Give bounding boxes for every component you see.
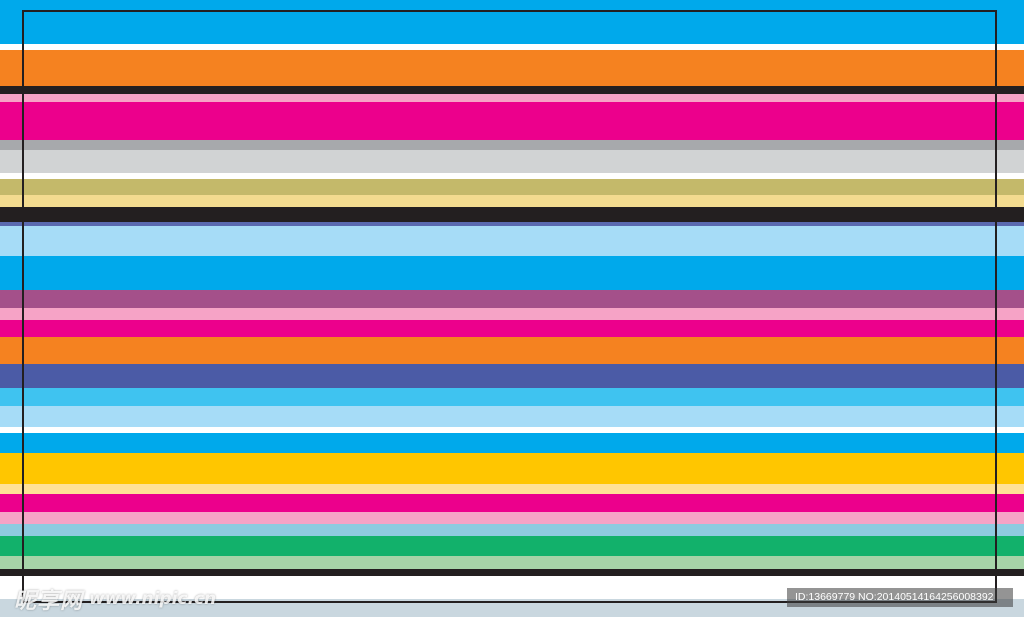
watermark-brand: 昵享网 [14,589,84,614]
watermark-id: ID:13669779 NO:20140514164256008392 [787,588,1013,607]
border-frame [22,10,997,603]
watermark-logo: 昵享网 www.nipic.cn [14,584,216,614]
watermark-url: www.nipic.cn [89,589,217,609]
